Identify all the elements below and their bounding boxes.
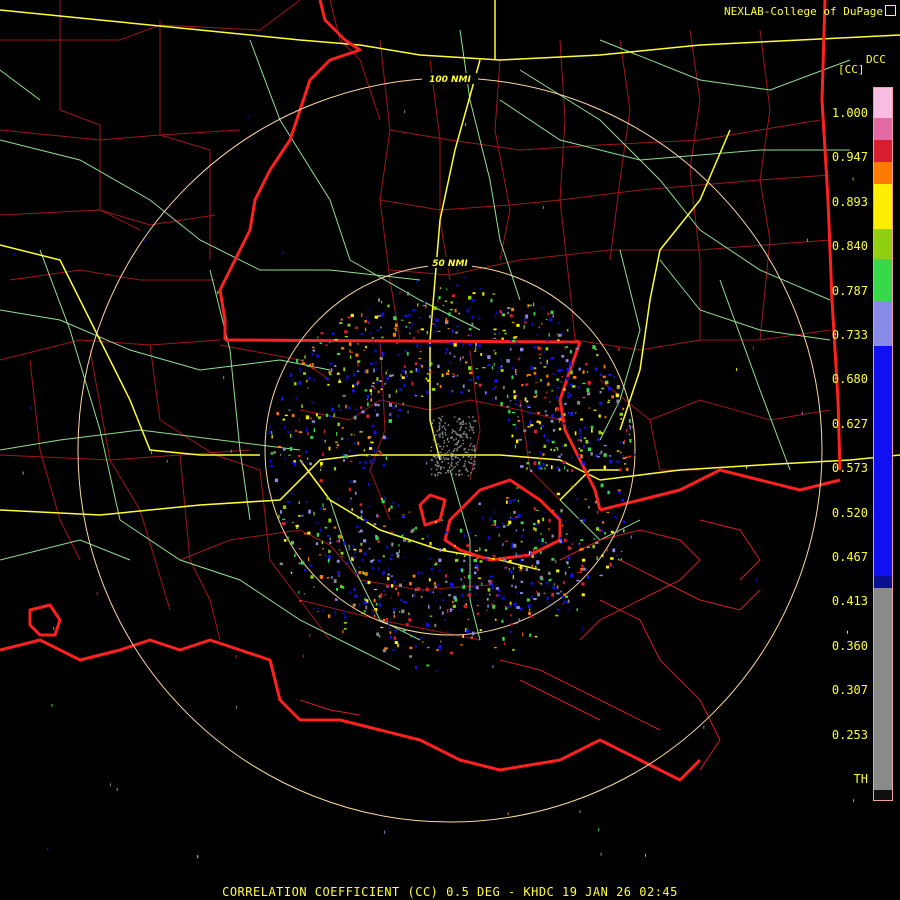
scale-segment-lime [874,229,892,259]
scale-tick-label: 0.893 [831,194,868,209]
product-caption: CORRELATION COEFFICIENT (CC) 0.5 DEG - K… [222,885,678,899]
scale-segment-green [874,259,892,301]
scale-segment-orange [874,162,892,184]
product-code: DCC [866,53,886,66]
scale-segment-navy [874,576,892,588]
county-borders [0,0,831,641]
range-label-50: 50 NMI [432,259,468,269]
scale-tick-label: 0.253 [831,727,868,742]
scale-segment-yellow [874,184,892,229]
scale-segment-pink [874,118,892,140]
scale-tick-label: 0.787 [831,283,868,298]
scale-tick-label: 0.467 [831,550,868,564]
scale-tick-label: 0.573 [831,461,868,476]
scale-segment-top [874,88,892,118]
credit-text: NEXLAB-College of DuPage [724,4,896,18]
scale-tick-label: 1.000 [831,106,868,120]
radar-map: 50 NMI 100 NMI [0,0,900,859]
coastline-marsh [299,519,761,771]
scale-tick-label: 0.680 [831,372,868,387]
scale-tick-label: 0.733 [831,328,868,342]
scale-segment-gray [874,588,892,790]
scale-segment-bottom [874,790,892,800]
state-borders [0,0,842,782]
scale-tick-label: 0.307 [831,683,868,698]
color-scale-bar [873,87,893,801]
highways [0,29,851,671]
range-label-100: 100 NMI [429,75,471,85]
legend-unit: [CC] [838,63,865,76]
scale-tick-label: 0.413 [831,594,868,609]
window-box-icon [885,5,896,16]
scale-tick-label: 0.627 [831,416,868,431]
scale-segment-blue [874,346,892,576]
scale-tick-label: 0.947 [831,150,868,165]
scale-tick-label: 0.360 [831,638,868,653]
scale-tick-label: 0.520 [831,505,868,520]
scale-tick-label: TH [853,772,868,786]
scale-segment-red [874,140,892,162]
scale-tick-label: 0.840 [831,239,868,254]
scale-segment-lavender [874,301,892,346]
